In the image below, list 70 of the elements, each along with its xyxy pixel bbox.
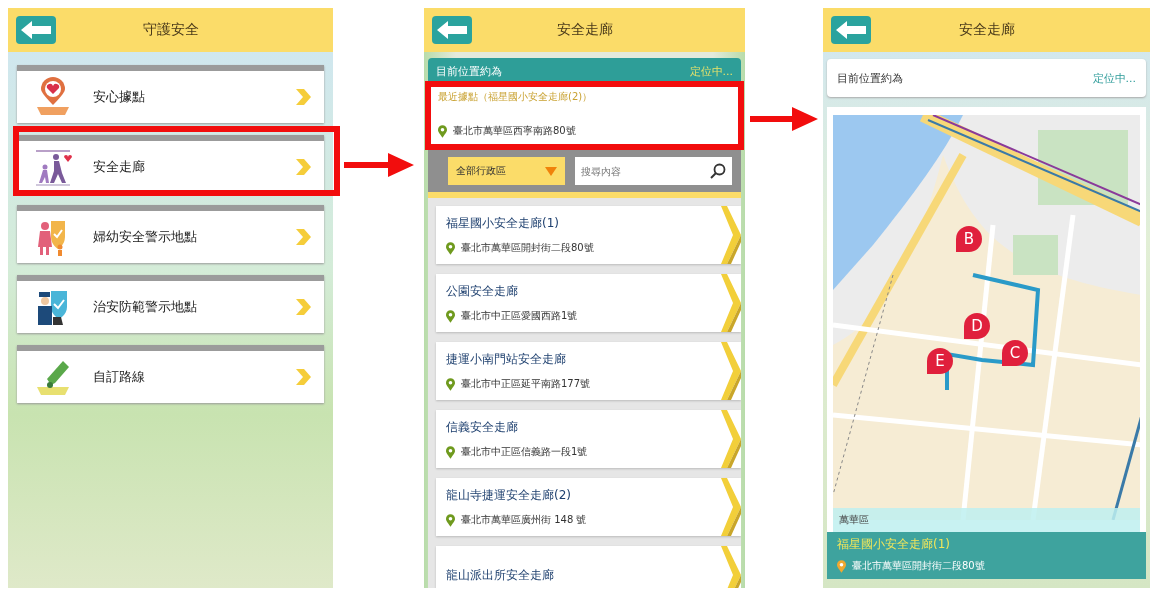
location-pin-icon <box>446 377 455 391</box>
location-label: 目前位置約為 <box>837 70 903 86</box>
corridor-list-item[interactable]: 公園安全走廊 臺北市中正區愛國西路1號 <box>436 274 741 332</box>
chevron-icon <box>294 368 312 386</box>
back-button[interactable] <box>432 16 472 44</box>
back-arrow-icon <box>437 21 467 39</box>
location-pin-icon <box>446 445 455 459</box>
corridor-name: 龍山派出所安全走廊 <box>446 566 555 584</box>
menu-item[interactable]: 婦幼安全警示地點 <box>17 205 324 263</box>
location-pin-icon <box>446 309 455 323</box>
chevron-icon <box>719 478 741 536</box>
corridor-name: 捷運小南門站安全走廊 <box>446 350 567 368</box>
pointer-arrow <box>750 104 818 134</box>
location-label: 目前位置約為 <box>436 63 502 79</box>
chevron-icon <box>719 274 741 332</box>
location-status: 定位中... <box>689 63 733 79</box>
back-button[interactable] <box>831 16 871 44</box>
menu-item[interactable]: 安心據點 <box>17 65 324 123</box>
chevron-icon <box>294 228 312 246</box>
address-text: 臺北市萬華區開封街二段80號 <box>852 559 985 573</box>
location-pin-icon <box>446 513 455 527</box>
chevron-icon <box>719 546 741 588</box>
address-text: 臺北市中正區信義路一段1號 <box>461 445 588 460</box>
screen-title: 安全走廊 <box>555 21 614 39</box>
chevron-icon <box>294 158 312 176</box>
screen-title: 守護安全 <box>141 21 200 39</box>
address-text: 臺北市萬華區開封街二段80號 <box>461 241 594 256</box>
menu-item-label: 治安防範警示地點 <box>93 298 198 316</box>
search-icon <box>710 163 726 179</box>
chevron-icon <box>719 206 741 264</box>
address-text: 臺北市中正區愛國西路1號 <box>461 309 578 324</box>
menu-item[interactable]: 安全走廊 <box>17 135 324 193</box>
pointer-arrow <box>343 150 414 180</box>
district-label: 萬華區 <box>839 513 869 527</box>
chevron-icon <box>294 88 312 106</box>
corridor-name: 龍山寺捷運安全走廊(2) <box>446 486 572 504</box>
location-pin-icon <box>446 241 455 255</box>
location-status: 定位中... <box>1092 70 1136 86</box>
corridor-list-item[interactable]: 龍山寺捷運安全走廊(2) 臺北市萬華區廣州街 148 號 <box>436 478 741 536</box>
back-arrow-icon <box>21 21 51 39</box>
corridor-name: 公園安全走廊 <box>446 282 519 300</box>
corridor-name: 福星國小安全走廊(1) <box>446 214 560 232</box>
address-text: 臺北市萬華區廣州街 148 號 <box>461 513 587 528</box>
corridor-list-item[interactable]: 信義安全走廊 臺北市中正區信義路一段1號 <box>436 410 741 468</box>
screen-title: 安全走廊 <box>957 21 1016 39</box>
corridor-list-item[interactable]: 龍山派出所安全走廊 <box>436 546 741 588</box>
menu-item-label: 安全走廊 <box>93 158 146 176</box>
address-text: 臺北市萬華區西寧南路80號 <box>453 124 576 138</box>
menu-item-label: 安心據點 <box>93 88 146 106</box>
chevron-icon <box>719 342 741 400</box>
corridor-name: 信義安全走廊 <box>446 418 519 436</box>
back-button[interactable] <box>16 16 56 44</box>
search-field[interactable]: 搜尋內容 <box>575 157 732 185</box>
district-dropdown[interactable]: 全部行政區 <box>448 157 565 185</box>
corridor-list-item[interactable]: 捷運小南門站安全走廊 臺北市中正區延平南路177號 <box>436 342 741 400</box>
back-arrow-icon <box>836 21 866 39</box>
menu-item[interactable]: 治安防範警示地點 <box>17 275 324 333</box>
menu-item-label: 自訂路線 <box>93 368 146 386</box>
location-pin-icon <box>438 124 447 138</box>
location-pin-icon <box>837 559 846 573</box>
chevron-icon <box>294 298 312 316</box>
pedestrian-icon <box>33 147 73 187</box>
nearest-title: 最近據點（福星國小安全走廊(2)） <box>438 90 594 104</box>
address-text: 臺北市中正區延平南路177號 <box>461 377 591 392</box>
menu-item[interactable]: 自訂路線 <box>17 345 324 403</box>
selected-name: 福星國小安全走廊(1) <box>837 536 951 553</box>
menu-item-label: 婦幼安全警示地點 <box>93 228 198 246</box>
dropdown-caret-icon <box>545 166 557 176</box>
chevron-icon <box>719 410 741 468</box>
corridor-list-item[interactable]: 福星國小安全走廊(1) 臺北市萬華區開封街二段80號 <box>436 206 741 264</box>
